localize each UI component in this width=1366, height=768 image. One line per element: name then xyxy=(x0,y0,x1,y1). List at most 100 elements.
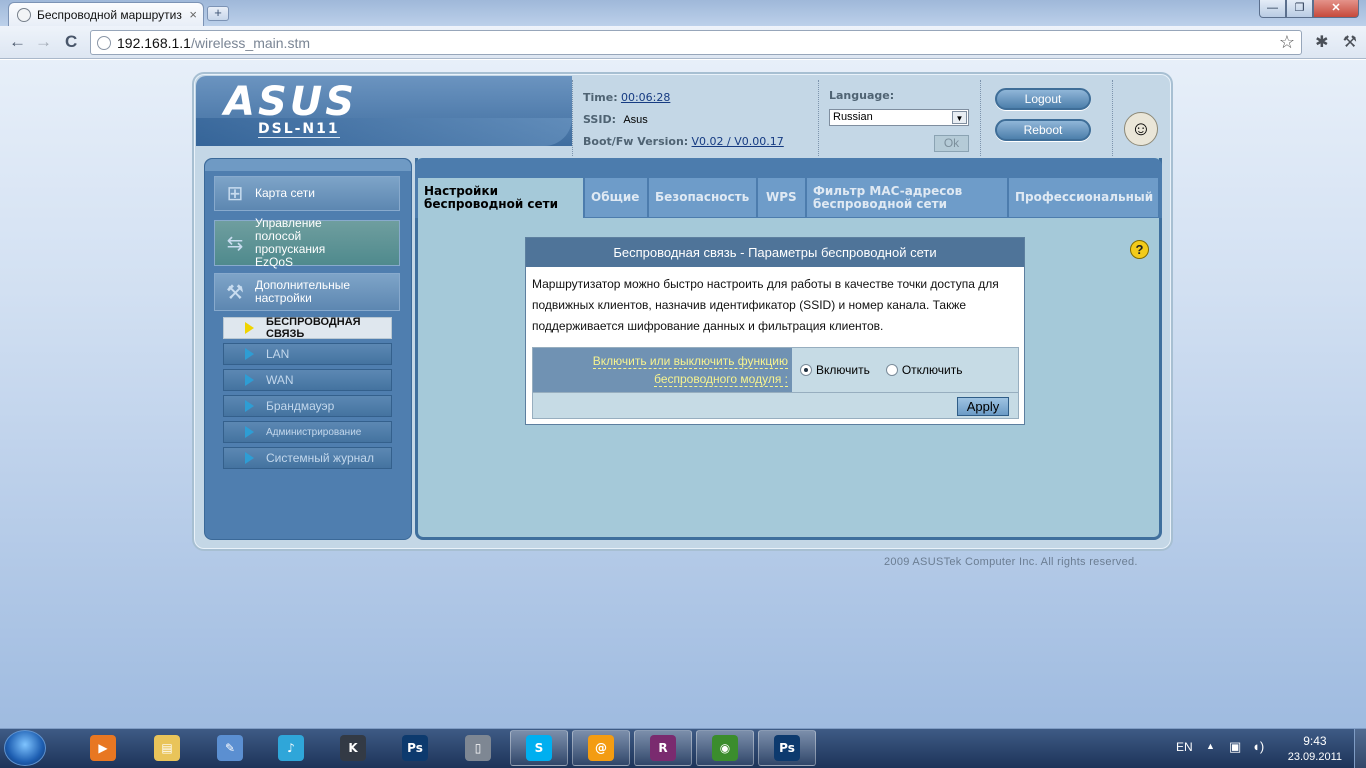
radio-enable[interactable] xyxy=(800,364,812,376)
music-app-icon: ♪ xyxy=(278,735,304,761)
taskbar-app-painter[interactable]: ✎ xyxy=(201,730,259,766)
window-close-button[interactable]: ✕ xyxy=(1313,0,1359,18)
window-minimize-button[interactable]: — xyxy=(1259,0,1286,18)
chrome-icon: ◉ xyxy=(712,735,738,761)
sidebar-sub-label: LAN xyxy=(266,347,290,361)
sidebar-sub-label: БЕСПРОВОДНАЯ СВЯЗЬ xyxy=(266,316,361,340)
apply-button[interactable]: Apply xyxy=(957,397,1009,416)
address-bar[interactable]: 192.168.1.1 /wireless_main.stm ☆ xyxy=(90,30,1302,55)
sidebar-sub-label: Брандмауэр xyxy=(266,399,335,413)
radio-disable[interactable] xyxy=(885,364,898,376)
firmware-value[interactable]: V0.02 / V0.00.17 xyxy=(692,135,784,148)
back-arrow-icon[interactable]: ← xyxy=(9,32,26,52)
language-ok-button[interactable]: Ok xyxy=(934,135,969,152)
taskbar-app-winrar[interactable]: R xyxy=(634,730,692,766)
show-hidden-icons-icon[interactable]: ▲ xyxy=(1206,741,1215,751)
header-divider xyxy=(572,80,573,156)
kmplayer-icon: K xyxy=(340,735,366,761)
start-button[interactable] xyxy=(4,730,46,766)
sidebar-sub-lan[interactable]: LAN xyxy=(223,343,392,365)
show-desktop-button[interactable] xyxy=(1354,729,1366,768)
ssid-label: SSID: xyxy=(583,113,616,126)
wireless-settings-box: Беспроводная связь - Параметры беспровод… xyxy=(525,237,1025,425)
tray-clock[interactable]: 9:43 23.09.2011 xyxy=(1288,733,1342,765)
wrench-menu-icon[interactable]: ⚒ xyxy=(1343,32,1357,52)
forward-arrow-icon[interactable]: → xyxy=(35,32,52,52)
extension-bug-icon[interactable]: ✱ xyxy=(1315,32,1328,52)
sidebar-sub-wan[interactable]: WAN xyxy=(223,369,392,391)
taskbar-app-media-player[interactable]: ▶ xyxy=(74,730,132,766)
box-description: Маршрутизатор можно быстро настроить для… xyxy=(532,277,999,333)
taskbar-app-kmplayer[interactable]: K xyxy=(324,730,382,766)
volume-icon[interactable]: ◖) xyxy=(1252,739,1264,754)
logout-button[interactable]: Logout xyxy=(995,88,1091,110)
painter-icon: ✎ xyxy=(217,735,243,761)
ezqos-icon: ⇆ xyxy=(226,232,244,255)
tab-general[interactable]: Общие xyxy=(585,178,648,217)
ssid-row: SSID: Asus xyxy=(583,112,648,126)
time-label: Time: xyxy=(583,91,618,104)
tab-title: Беспроводной маршрутиз xyxy=(37,7,182,22)
taskbar-app-file-explorer[interactable]: ▤ xyxy=(138,730,196,766)
new-tab-button[interactable]: + xyxy=(207,6,229,21)
time-value[interactable]: 00:06:28 xyxy=(621,91,670,104)
form-actions: Apply xyxy=(533,392,1018,418)
power-icon[interactable]: ▣ xyxy=(1229,739,1241,755)
radio-disable-label[interactable]: Отключить xyxy=(902,363,963,377)
sidebar-sub-administration[interactable]: Администрирование xyxy=(223,421,392,443)
tab-mac-filter[interactable]: Фильтр MAC-адресов беспроводной сети xyxy=(807,178,1008,217)
sidebar-item-ezqos[interactable]: ⇆ Управление полосой пропускания EzQoS xyxy=(214,217,400,269)
arrow-right-icon xyxy=(245,452,254,464)
radio-field-label: Включить или выключить функцию беспровод… xyxy=(533,348,792,392)
window-maximize-button[interactable]: ❐ xyxy=(1286,0,1313,18)
photoshop-icon: Ps xyxy=(774,735,800,761)
arrow-right-icon xyxy=(245,426,254,438)
language-label: Language: xyxy=(829,89,895,102)
asus-logo: ASUS xyxy=(224,79,358,125)
firmware-label: Boot/Fw Version: xyxy=(583,135,689,148)
radio-enable-label[interactable]: Включить xyxy=(816,363,870,377)
bookmark-star-icon[interactable]: ☆ xyxy=(1279,32,1295,53)
tab-security[interactable]: Безопасность xyxy=(649,178,757,217)
taskbar-app-photoshop[interactable]: Ps xyxy=(386,730,444,766)
tab-wps[interactable]: WPS xyxy=(758,178,806,217)
radio-group: Включить Отключить xyxy=(792,348,1018,392)
reboot-button[interactable]: Reboot xyxy=(995,119,1091,141)
sidebar-item-label: Дополнительные настройки xyxy=(255,278,350,305)
sidebar-item-network-map[interactable]: ⊞ Карта сети xyxy=(214,176,400,211)
mail-agent-icon: @ xyxy=(588,735,614,761)
skype-icon: S xyxy=(526,735,552,761)
tab-professional[interactable]: Профессиональный xyxy=(1009,178,1159,217)
language-value: Russian xyxy=(833,111,873,123)
taskbar-app-skype[interactable]: S xyxy=(510,730,568,766)
language-select[interactable]: Russian ▼ xyxy=(829,109,969,126)
language-indicator[interactable]: EN xyxy=(1176,740,1193,754)
browser-title-bar xyxy=(0,0,1366,26)
taskbar-app-mail-agent[interactable]: @ xyxy=(572,730,630,766)
taskbar-app-pda-app[interactable]: ▯ xyxy=(449,730,507,766)
help-icon[interactable]: ? xyxy=(1130,240,1149,259)
header-divider xyxy=(818,80,819,156)
reload-icon[interactable]: C xyxy=(65,32,77,52)
network-map-icon: ⊞ xyxy=(226,183,244,205)
sidebar-item-label: Карта сети xyxy=(255,186,315,200)
time-row: Time: 00:06:28 xyxy=(583,90,670,104)
sidebar-sub-wireless[interactable]: БЕСПРОВОДНАЯ СВЯЗЬ xyxy=(223,316,392,340)
url-path: /wireless_main.stm xyxy=(190,34,310,51)
tools-icon: ⚒ xyxy=(226,281,244,304)
browser-tab[interactable]: Беспроводной маршрутиз × xyxy=(8,2,204,26)
sidebar-sub-syslog[interactable]: Системный журнал xyxy=(223,447,392,469)
sidebar-sub-label: WAN xyxy=(266,373,294,387)
sidebar-item-advanced[interactable]: ⚒ Дополнительные настройки xyxy=(214,273,400,311)
clock-time: 9:43 xyxy=(1303,734,1327,748)
tab-close-icon[interactable]: × xyxy=(189,7,197,22)
chevron-down-icon[interactable]: ▼ xyxy=(952,111,967,124)
pda-app-icon: ▯ xyxy=(465,735,491,761)
taskbar-app-music-app[interactable]: ♪ xyxy=(262,730,320,766)
sidebar-sub-firewall[interactable]: Брандмауэр xyxy=(223,395,392,417)
taskbar-app-photoshop[interactable]: Ps xyxy=(758,730,816,766)
tab-wireless-settings[interactable]: Настройки беспроводной сети xyxy=(418,178,584,218)
taskbar-app-chrome[interactable]: ◉ xyxy=(696,730,754,766)
clock-date: 23.09.2011 xyxy=(1287,751,1342,763)
page-favicon-icon xyxy=(17,7,31,22)
